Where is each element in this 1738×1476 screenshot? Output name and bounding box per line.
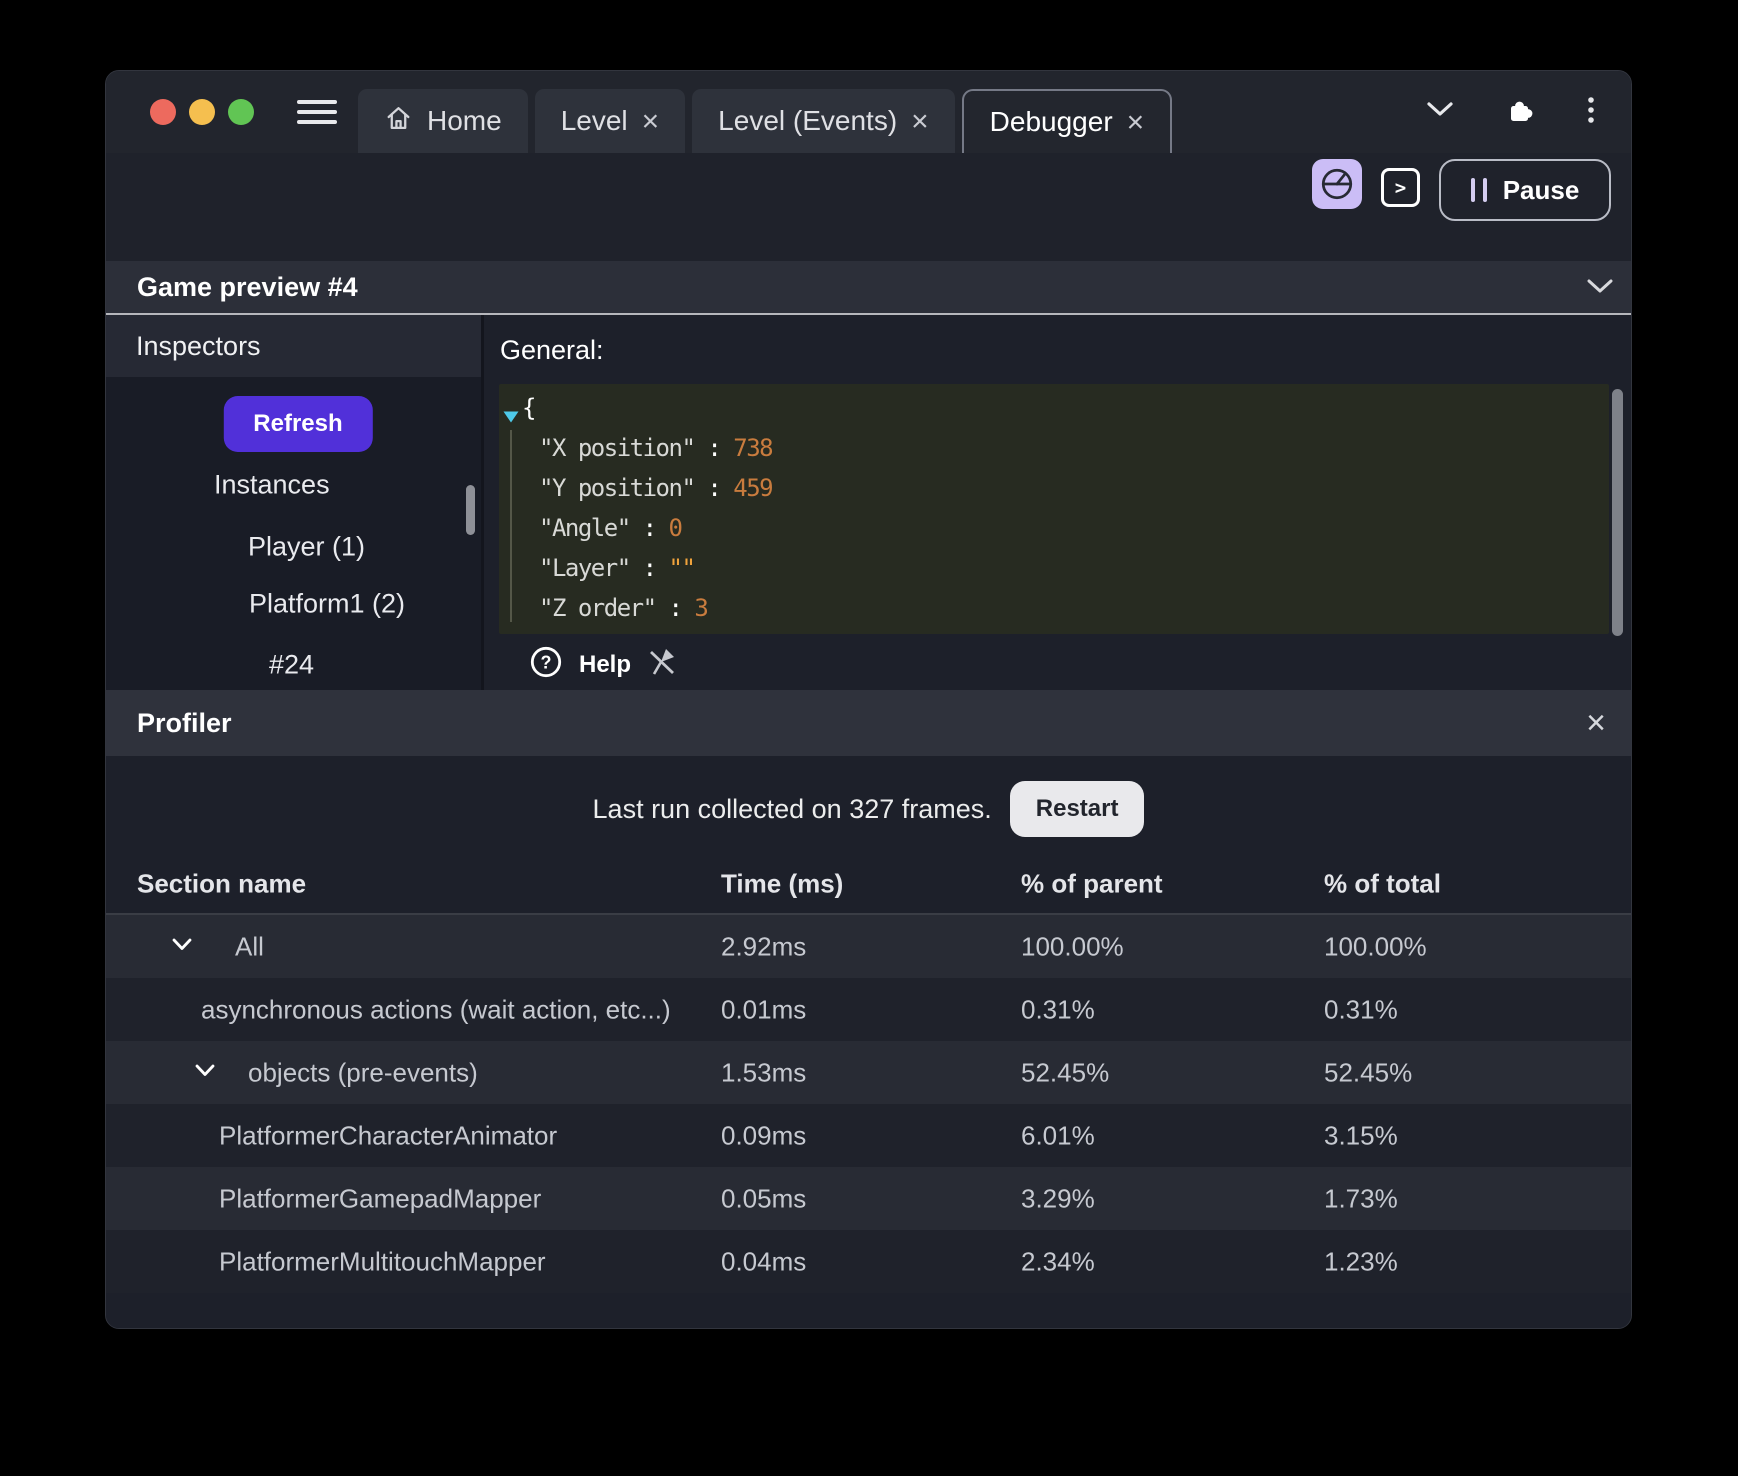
property-row: "Angle" : 0 [539, 514, 683, 542]
game-preview-header[interactable]: Game preview #4 [106, 261, 1631, 315]
property-row: "Z order" : 3 [539, 594, 709, 622]
inspectors-scrollbar[interactable] [466, 485, 475, 535]
refresh-button[interactable]: Refresh [223, 396, 373, 452]
profiler-title: Profiler [137, 707, 232, 738]
tab-home[interactable]: Home [358, 89, 528, 153]
chevron-down-icon[interactable] [1427, 102, 1453, 122]
unpin-icon[interactable] [647, 646, 677, 683]
table-row[interactable]: PlatformerGamepadMapper 0.05ms 3.29% 1.7… [106, 1167, 1631, 1230]
general-scrollbar[interactable] [1612, 389, 1623, 636]
table-row[interactable]: PlatformerCharacterAnimator 0.09ms 6.01%… [106, 1104, 1631, 1167]
property-value[interactable]: 3 [694, 594, 708, 622]
collapse-triangle-icon[interactable] [503, 401, 519, 429]
tab-label: Level [560, 105, 628, 136]
help-question-icon[interactable]: ? [529, 645, 563, 684]
table-row[interactable]: asynchronous actions (wait action, etc..… [106, 978, 1631, 1041]
tab-label: Debugger [989, 106, 1113, 137]
table-row[interactable]: PlatformerMultitouchMapper 0.04ms 2.34% … [106, 1230, 1631, 1293]
tree-item-instance-24[interactable]: #24 [269, 650, 314, 681]
pause-icon [1470, 178, 1487, 202]
extensions-puzzle-icon[interactable] [1505, 95, 1535, 130]
restart-button[interactable]: Restart [1009, 781, 1145, 837]
debugger-toolbar: > Pause [106, 153, 1631, 261]
home-icon [384, 103, 413, 139]
profiler-status-row: Last run collected on 327 frames. Restar… [106, 781, 1631, 837]
tab-level-events[interactable]: Level (Events) × [692, 89, 955, 153]
collapse-chevron-icon[interactable] [1587, 279, 1613, 299]
close-profiler-icon[interactable]: × [1586, 706, 1606, 740]
zoom-window-button[interactable] [228, 99, 254, 125]
open-brace: { [522, 394, 536, 422]
chevron-down-icon[interactable] [195, 1064, 215, 1082]
tab-label: Level (Events) [718, 105, 898, 136]
general-title: General: [500, 335, 604, 365]
debugger-window: Home Level × Level (Events) × Debugger × [105, 70, 1632, 1329]
tree-item-player[interactable]: Player (1) [248, 532, 365, 563]
tab-bar: Home Level × Level (Events) × Debugger × [106, 71, 1631, 153]
column-percent-total: % of total [1324, 868, 1441, 899]
property-row: "Y position" : 459 [539, 474, 774, 502]
more-options-icon[interactable] [1587, 96, 1595, 129]
property-value[interactable]: 0 [669, 514, 683, 542]
property-value[interactable]: 459 [733, 474, 773, 502]
tabbar-right-actions [1427, 95, 1631, 130]
inspectors-tree: Refresh Instances Player (1) Platform1 (… [106, 377, 481, 690]
table-row[interactable]: objects (pre-events) 1.53ms 52.45% 52.45… [106, 1041, 1631, 1104]
inspectors-title: Inspectors [106, 315, 481, 377]
close-tab-icon[interactable]: × [642, 105, 660, 137]
tab-strip: Home Level × Level (Events) × Debugger × [358, 89, 1173, 153]
profiler-body: Last run collected on 327 frames. Restar… [106, 756, 1631, 1328]
console-prompt-icon: > [1394, 176, 1407, 199]
profiler-header: Profiler × [106, 690, 1631, 756]
inspectors-panel: Inspectors Refresh Instances Player (1) … [106, 315, 484, 690]
profiler-gauge-button[interactable] [1312, 159, 1362, 209]
column-time: Time (ms) [721, 868, 844, 899]
close-tab-icon[interactable]: × [1127, 106, 1145, 138]
column-section-name: Section name [137, 868, 307, 899]
minimize-window-button[interactable] [189, 99, 215, 125]
svg-text:?: ? [541, 653, 552, 673]
traffic-lights [106, 99, 254, 125]
profiler-table-header: Section name Time (ms) % of parent % of … [106, 869, 1631, 899]
table-row[interactable]: All 2.92ms 100.00% 100.00% [106, 915, 1631, 978]
close-tab-icon[interactable]: × [911, 105, 929, 137]
property-value[interactable]: "" [669, 554, 696, 582]
column-percent-parent: % of parent [1021, 868, 1163, 899]
property-value[interactable]: 738 [733, 434, 773, 462]
properties-json-view: { "X position" : 738 "Y position" : 459 … [499, 384, 1609, 634]
general-panel: General: { "X position" : 738 "Y positio… [484, 315, 1631, 690]
pause-button[interactable]: Pause [1439, 159, 1611, 221]
property-row: "X position" : 738 [539, 434, 774, 462]
tab-debugger[interactable]: Debugger × [961, 89, 1173, 153]
pause-label: Pause [1502, 174, 1580, 205]
game-preview-content: Inspectors Refresh Instances Player (1) … [106, 315, 1631, 690]
help-label[interactable]: Help [579, 651, 631, 679]
gauge-icon [1321, 168, 1353, 200]
close-window-button[interactable] [150, 99, 176, 125]
game-preview-title: Game preview #4 [137, 271, 358, 302]
menu-icon[interactable] [297, 100, 337, 124]
tree-item-instances[interactable]: Instances [214, 470, 330, 501]
profiler-status-text: Last run collected on 327 frames. [592, 793, 992, 824]
tree-item-platform1[interactable]: Platform1 (2) [249, 589, 405, 620]
help-row: ? Help [529, 645, 677, 684]
property-row: "Layer" : "" [539, 554, 696, 582]
tab-level[interactable]: Level × [534, 89, 686, 153]
tab-label: Home [427, 105, 502, 136]
console-button[interactable]: > [1381, 168, 1420, 207]
chevron-down-icon[interactable] [172, 938, 192, 956]
